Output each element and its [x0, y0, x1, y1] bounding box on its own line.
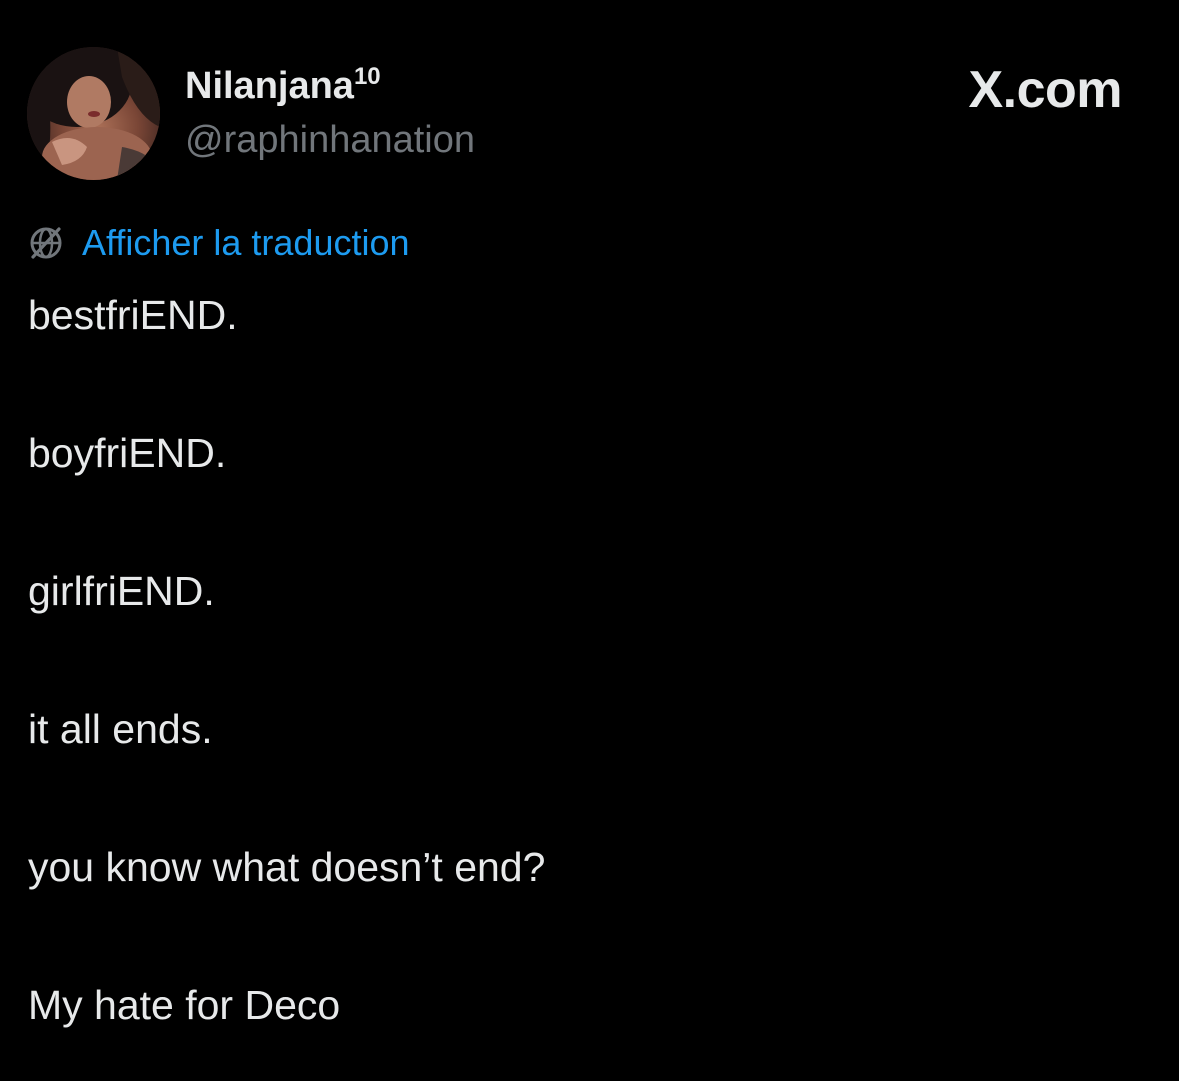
avatar[interactable]: [27, 47, 160, 180]
author-display-name[interactable]: Nilanjana10: [185, 62, 381, 110]
x-com-watermark: X.com: [968, 61, 1122, 119]
tweet-line: you know what doesn’t end?: [28, 844, 546, 890]
show-translation-link[interactable]: Afficher la traduction: [26, 222, 410, 264]
author-name-text: Nilanjana: [185, 65, 354, 107]
show-translation-label: Afficher la traduction: [82, 222, 410, 263]
tweet-line: girlfriEND.: [28, 568, 215, 614]
author-name-superscript: 10: [353, 63, 381, 90]
tweet-line: boyfriEND.: [28, 430, 227, 476]
tweet-line: it all ends.: [28, 706, 213, 752]
tweet-text: bestfriEND. boyfriEND. girlfriEND. it al…: [28, 286, 1148, 1034]
author-handle[interactable]: @raphinhanation: [185, 116, 475, 164]
tweet-line: bestfriEND.: [28, 292, 238, 338]
no-translate-globe-icon: [30, 227, 62, 259]
avatar-photo: [27, 47, 160, 180]
tweet-line: My hate for Deco: [28, 982, 341, 1028]
